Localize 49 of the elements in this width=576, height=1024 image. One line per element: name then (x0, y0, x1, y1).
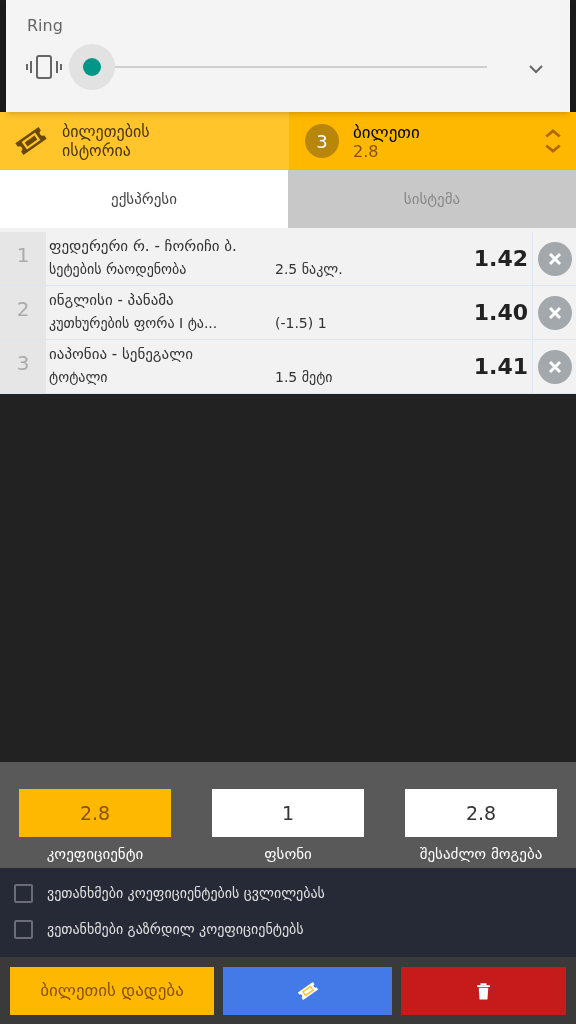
pick-value: (-1.5) 1 (275, 314, 327, 333)
close-icon (547, 305, 562, 320)
checkbox-label: ვეთანხმები გაზრდილ კოეფიციენტებს (47, 920, 304, 939)
market-name: კუთხურების ფორა I ტა... (49, 314, 219, 333)
match-name: იაპონია - სენეგალი (49, 344, 194, 365)
market-name: ტოტალი (49, 368, 109, 387)
ticket-odds: 2.8 (353, 141, 379, 161)
panel-title: Ring (27, 15, 63, 37)
slider-thumb[interactable] (69, 44, 115, 90)
slider-track[interactable] (69, 44, 487, 90)
place-bet-button[interactable]: ბილეთის დადება (10, 967, 214, 1015)
chevron-down-icon[interactable] (528, 64, 544, 74)
ticket-count-badge: 3 (305, 124, 339, 158)
match-name: ინგლისი - პანამა (49, 290, 175, 311)
ticket-history-button[interactable]: ბილეთების ისტორია (0, 112, 289, 170)
ticket-summary[interactable]: 3 ბილეთი 2.8 (289, 112, 576, 170)
field-label: კოეფიციენტი (46, 844, 144, 865)
vibrate-icon (26, 54, 62, 80)
stake-field[interactable]: 2.8 (19, 789, 171, 837)
ticket-icon (296, 980, 319, 1002)
remove-button[interactable] (537, 349, 572, 384)
close-icon (547, 359, 562, 374)
pick-value: 1.5 მეტი (275, 368, 333, 387)
pick-value: 2.5 ნაკლ. (275, 260, 343, 279)
delete-button[interactable] (401, 967, 566, 1015)
ticket-button[interactable] (223, 967, 392, 1015)
field-label: ფსონი (264, 844, 312, 865)
checkbox-label: ვეთანხმები კოეფიციენტების ცვლილებას (47, 884, 325, 903)
field-label: შესაძლო მოგება (419, 844, 543, 865)
checkbox[interactable] (14, 920, 33, 939)
odds-value: 1.40 (473, 299, 529, 327)
close-icon (547, 251, 562, 266)
match-name: ფედერერი რ. - ჩორიჩი ბ. (49, 236, 238, 257)
odds-value: 1.42 (473, 245, 529, 273)
row-number: 3 (0, 340, 46, 393)
checkbox[interactable] (14, 884, 33, 903)
stake-field[interactable]: 1 (212, 789, 364, 837)
tab[interactable]: ექსპრესი (0, 170, 288, 228)
row-number: 1 (0, 232, 46, 285)
ticket-icon (14, 124, 48, 158)
odds-value: 1.41 (473, 353, 529, 381)
ticket-label: ბილეთი (353, 121, 421, 142)
remove-button[interactable] (537, 241, 572, 276)
remove-button[interactable] (537, 295, 572, 330)
row-number: 2 (0, 286, 46, 339)
expand-arrows-icon[interactable] (544, 127, 562, 155)
stake-field[interactable]: 2.8 (405, 789, 557, 837)
market-name: სეტების რაოდენობა (49, 260, 188, 279)
trash-icon (476, 982, 491, 1000)
